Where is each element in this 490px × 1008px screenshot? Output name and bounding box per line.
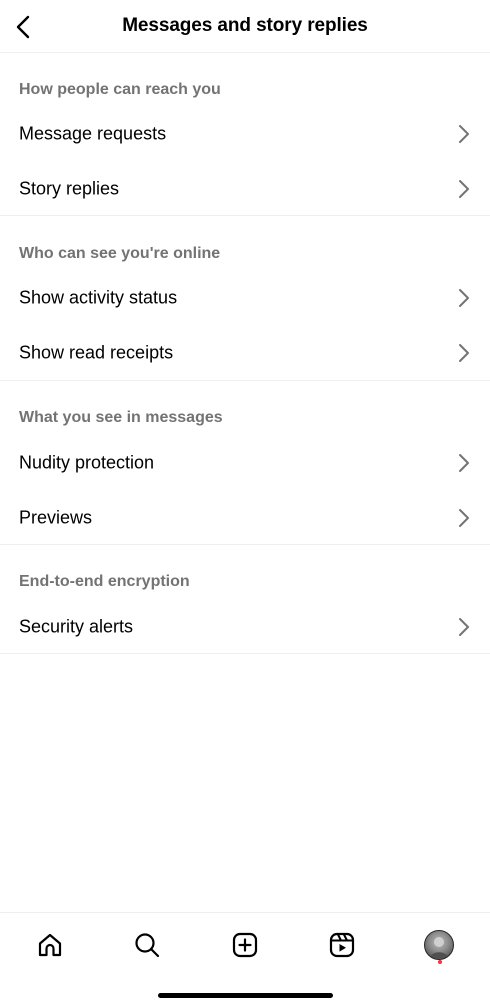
chevron-right-icon — [459, 125, 469, 143]
search-icon — [135, 933, 160, 958]
section-heading: What you see in messages — [19, 409, 223, 426]
row-label: Show activity status — [19, 287, 178, 308]
row-label: Message requests — [19, 123, 167, 144]
section-what-you-see-in-messages: What you see in messages Nudity protecti… — [0, 381, 490, 545]
message-requests-row[interactable]: Message requests — [0, 107, 490, 161]
notification-dot — [438, 960, 442, 964]
home-indicator — [158, 993, 333, 998]
row-label: Story replies — [19, 178, 120, 199]
profile-tab[interactable] — [419, 925, 459, 965]
home-icon — [38, 933, 62, 957]
chevron-right-icon — [459, 618, 469, 636]
row-label: Show read receipts — [19, 342, 174, 363]
nudity-protection-row[interactable]: Nudity protection — [0, 436, 490, 490]
section-how-people-can-reach-you: How people can reach you Message request… — [0, 54, 490, 216]
row-label: Security alerts — [19, 616, 134, 637]
previews-row[interactable]: Previews — [0, 491, 490, 545]
show-read-receipts-row[interactable]: Show read receipts — [0, 326, 490, 380]
chevron-right-icon — [459, 180, 469, 198]
chevron-right-icon — [459, 509, 469, 527]
reels-icon — [329, 932, 355, 958]
avatar — [424, 930, 454, 960]
row-label: Nudity protection — [19, 452, 155, 473]
chevron-right-icon — [459, 344, 469, 362]
story-replies-row[interactable]: Story replies — [0, 162, 490, 216]
home-tab[interactable] — [30, 925, 70, 965]
section-end-to-end-encryption: End-to-end encryption Security alerts — [0, 545, 490, 654]
reels-tab[interactable] — [322, 925, 362, 965]
row-label: Previews — [19, 507, 93, 528]
section-heading: Who can see you're online — [19, 245, 221, 262]
section-heading: How people can reach you — [19, 81, 221, 98]
header: Messages and story replies — [0, 0, 490, 53]
search-tab[interactable] — [127, 925, 167, 965]
profile-photo-icon — [429, 937, 449, 959]
chevron-right-icon — [459, 289, 469, 307]
show-activity-status-row[interactable]: Show activity status — [0, 271, 490, 325]
section-heading: End-to-end encryption — [19, 573, 190, 590]
security-alerts-row[interactable]: Security alerts — [0, 600, 490, 654]
chevron-right-icon — [459, 454, 469, 472]
create-icon — [232, 932, 258, 958]
page-title: Messages and story replies — [122, 15, 368, 36]
create-tab[interactable] — [225, 925, 265, 965]
section-who-can-see-you-online: Who can see you're online Show activity … — [0, 216, 490, 381]
